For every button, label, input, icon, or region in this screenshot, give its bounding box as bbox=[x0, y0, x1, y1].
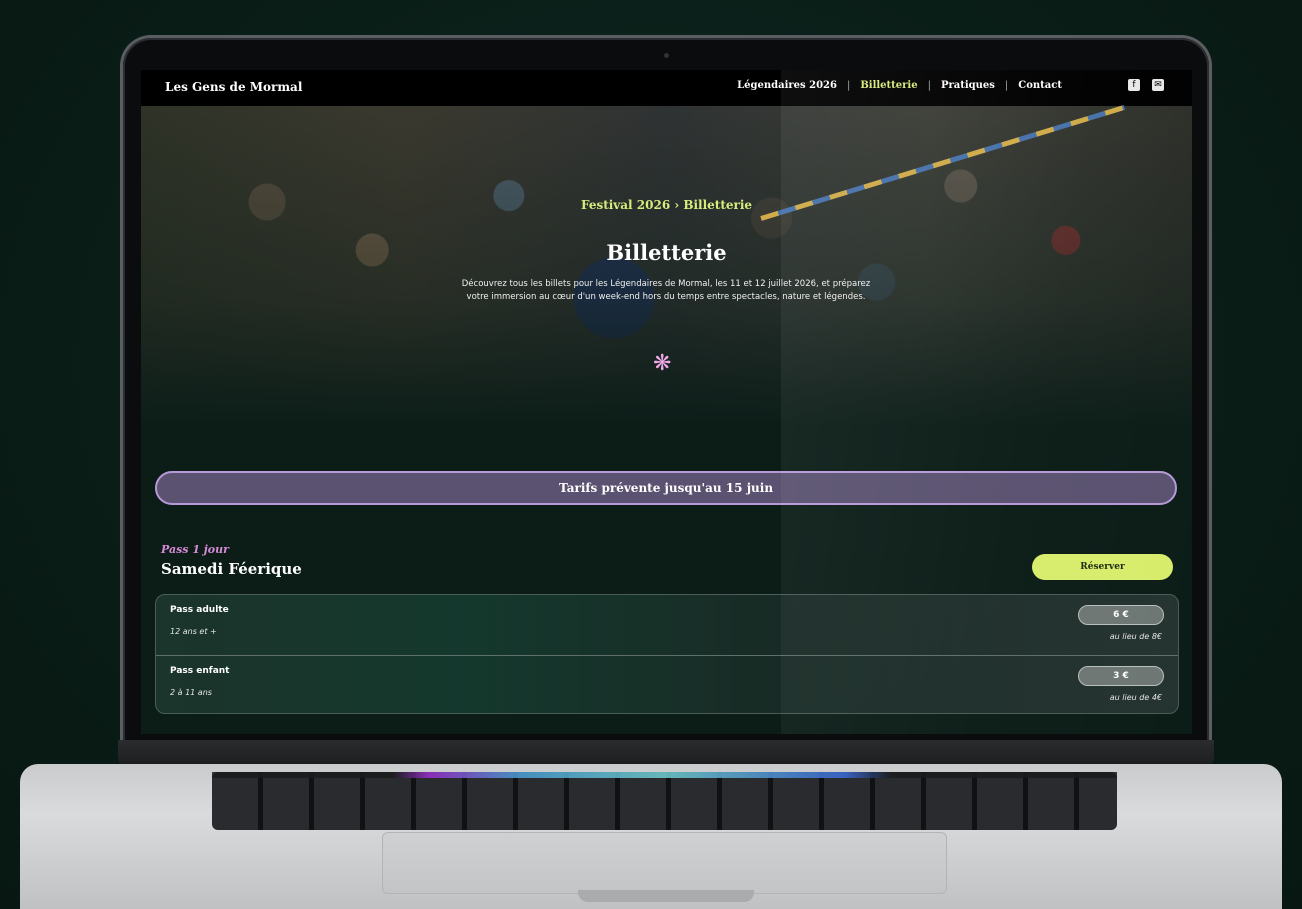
price-row-child: Pass enfant 2 à 11 ans 3 € au lieu de 4€ bbox=[156, 655, 1178, 716]
laptop-hinge bbox=[118, 740, 1214, 766]
price-row-adult: Pass adulte 12 ans et + 6 € au lieu de 8… bbox=[156, 595, 1178, 655]
reserve-button[interactable]: Réserver bbox=[1032, 554, 1173, 580]
price-card: Pass adulte 12 ans et + 6 € au lieu de 8… bbox=[155, 594, 1179, 714]
nav-separator: | bbox=[846, 80, 851, 91]
presale-banner: Tarifs prévente jusqu'au 15 juin bbox=[155, 471, 1177, 505]
site-brand[interactable]: Les Gens de Mormal bbox=[165, 80, 302, 94]
price-row-title: Pass adulte bbox=[170, 605, 229, 615]
price-row-subtitle: 2 à 11 ans bbox=[170, 688, 212, 697]
flower-icon: ❋ bbox=[653, 351, 672, 376]
facebook-icon[interactable]: f bbox=[1128, 79, 1140, 91]
price-row-subtitle: 12 ans et + bbox=[170, 627, 217, 636]
lid-notch bbox=[578, 890, 754, 902]
trackpad bbox=[382, 832, 947, 894]
old-price: au lieu de 4€ bbox=[1109, 693, 1162, 702]
webcam bbox=[664, 53, 669, 58]
old-price: au lieu de 8€ bbox=[1109, 632, 1162, 641]
price-badge: 3 € bbox=[1078, 666, 1164, 686]
touch-bar bbox=[212, 772, 1117, 778]
hero-image bbox=[141, 105, 1192, 426]
nav-item-pratiques[interactable]: Pratiques bbox=[941, 80, 995, 91]
keyboard bbox=[212, 772, 1117, 830]
nav-item-billetterie[interactable]: Billetterie bbox=[860, 80, 917, 91]
mail-icon[interactable]: ✉ bbox=[1152, 79, 1164, 91]
nav-separator: | bbox=[927, 80, 931, 91]
nav-item-legendaires[interactable]: Légendaires 2026 bbox=[737, 80, 837, 91]
laptop-mockup: Les Gens de Mormal Légendaires 2026 | Bi… bbox=[0, 0, 1302, 909]
breadcrumb: Festival 2026 › Billetterie bbox=[580, 198, 753, 212]
price-badge: 6 € bbox=[1078, 605, 1164, 625]
nav-separator: | bbox=[1004, 80, 1009, 91]
nav-menu: Légendaires 2026 | Billetterie | Pratiqu… bbox=[737, 80, 1062, 91]
hero-description: Découvrez tous les billets pour les Lége… bbox=[461, 279, 871, 303]
presale-banner-label: Tarifs prévente jusqu'au 15 juin bbox=[558, 481, 774, 495]
top-nav: Les Gens de Mormal Légendaires 2026 | Bi… bbox=[141, 70, 1192, 106]
social-links: f ✉ bbox=[1128, 79, 1164, 91]
price-row-title: Pass enfant bbox=[170, 666, 230, 676]
pass-name: Samedi Féerique bbox=[161, 560, 302, 578]
pass-kicker: Pass 1 jour bbox=[161, 543, 229, 556]
page-title: Billetterie bbox=[606, 240, 727, 265]
laptop-screen: Les Gens de Mormal Légendaires 2026 | Bi… bbox=[141, 70, 1192, 734]
nav-item-contact[interactable]: Contact bbox=[1018, 80, 1062, 91]
